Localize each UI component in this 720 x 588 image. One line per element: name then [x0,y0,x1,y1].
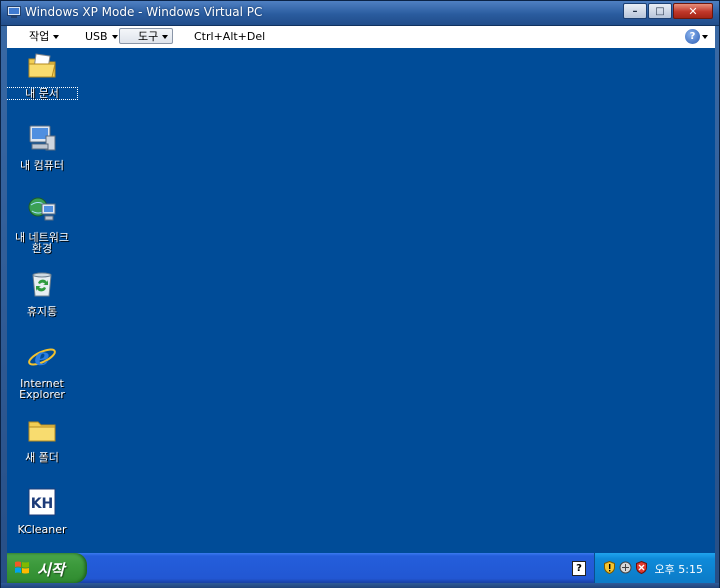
recycle-bin-icon [32,272,52,297]
menu-tools[interactable]: 도구 [119,28,173,44]
help-button[interactable]: ? [685,29,709,45]
window-controls: – □ ✕ [622,3,713,21]
menu-action-label: 작업 [29,30,50,43]
menu-usb[interactable]: USB [85,29,118,45]
desktop-icon-label: KCleaner [17,523,67,536]
menu-action[interactable]: 작업 [29,29,60,45]
desktop-icon-recycle-bin[interactable]: 휴지통 [7,268,77,317]
folder-icon [28,421,56,442]
menu-usb-label: USB [85,30,108,43]
close-icon: ✕ [688,4,698,18]
start-label: 시작 [37,561,65,579]
minimize-icon: – [632,5,638,17]
windows-logo-icon [15,561,29,574]
virtual-pc-app-icon [7,6,21,18]
network-icon[interactable] [619,561,632,574]
maximize-icon: □ [655,5,665,17]
desktop-icon-my-network[interactable]: 내 네트워크 환경 [7,194,77,254]
desktop-icon-label: 내 문서 [7,87,78,100]
internet-explorer-icon: e [28,342,56,371]
taskbar-help-icon[interactable]: ? [572,561,586,576]
desktop-icon-label: 내 컴퓨터 [20,159,64,172]
close-button[interactable]: ✕ [673,3,713,19]
my-computer-icon [29,125,56,151]
ctrl-alt-del-label: Ctrl+Alt+Del [194,30,266,43]
security-alert-icon[interactable] [635,561,648,574]
minimize-button[interactable]: – [623,3,647,19]
my-network-places-icon [28,197,56,221]
kcleaner-kh-icon: KH [28,488,56,516]
chevron-down-icon [111,35,118,39]
title-bar[interactable]: Windows XP Mode - Windows Virtual PC – □… [1,1,719,26]
ctrl-alt-del-button[interactable]: Ctrl+Alt+Del [194,29,265,45]
my-documents-folder-icon [28,53,56,78]
system-tray: 오후 5:15 [594,553,715,583]
chevron-down-icon [53,35,60,39]
virtual-pc-window: Windows XP Mode - Windows Virtual PC – □… [0,0,720,588]
menu-tools-label: 도구 [138,30,159,43]
desktop-icon-label: 내 네트워크 환경 [14,231,70,255]
chevron-down-icon [162,35,169,39]
svg-text:e: e [34,342,49,371]
desktop-icon-internet-explorer[interactable]: e Internet Explorer [7,340,77,400]
svg-text:KH: KH [31,496,54,512]
desktop-icon-new-folder[interactable]: 새 폴더 [7,414,77,463]
desktop-icon-label: 휴지통 [26,305,58,318]
maximize-button[interactable]: □ [648,3,672,19]
vpc-toolbar: 작업 USB 도구 Ctrl+Alt+Del ? [7,26,715,49]
security-shield-icon[interactable] [603,561,616,574]
chevron-down-icon [702,35,708,39]
desktop-icon-label: 새 폴더 [25,451,59,464]
help-icon: ? [685,29,700,44]
desktop-icon-label: Internet Explorer [19,377,65,401]
guest-desktop[interactable]: 내 문서 내 컴퓨터 내 네트워크 환경 휴지통 e Internet Expl… [7,48,715,553]
desktop-icon-kcleaner[interactable]: KH KCleaner [7,486,77,535]
taskbar: 시작 ? 오후 5:15 [7,553,715,583]
start-button[interactable]: 시작 [7,553,87,583]
desktop-icon-my-documents[interactable]: 내 문서 [7,50,78,100]
window-title: Windows XP Mode - Windows Virtual PC [25,5,263,19]
clock[interactable]: 오후 5:15 [655,561,703,577]
desktop-icon-my-computer[interactable]: 내 컴퓨터 [7,122,77,171]
window-bottom-border [1,583,719,588]
